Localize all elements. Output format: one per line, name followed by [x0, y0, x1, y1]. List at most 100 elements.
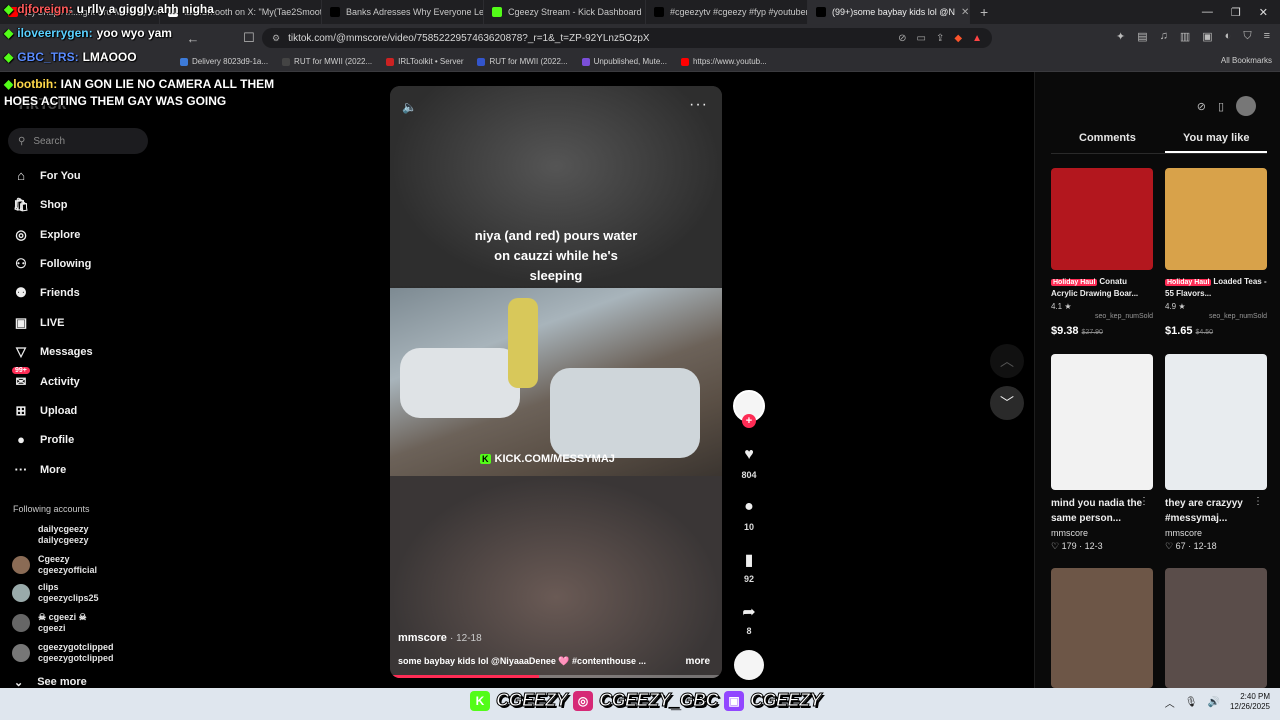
share-button[interactable]: ➦ 8: [732, 602, 766, 636]
sidebar-icon[interactable]: ▥: [1180, 30, 1190, 43]
menu-icon[interactable]: ≡: [1264, 30, 1270, 43]
back-icon[interactable]: ←: [180, 31, 206, 46]
recommended-video[interactable]: ⋮ mind you nadia the same person... mmscor…: [1051, 354, 1153, 552]
browser-tab-label: (99+)some baybay kids lol @N: [832, 7, 955, 17]
follow-plus-icon[interactable]: +: [742, 414, 756, 428]
sidebar-item-shop[interactable]: 🛍 Shop: [12, 197, 68, 213]
recommended-video[interactable]: ⋮ they are crazyyy #messymaj... mmscore ♡ 6…: [1165, 354, 1267, 552]
video-author[interactable]: mmscore: [398, 632, 447, 644]
product-card[interactable]: Holiday Haul Conatu Acrylic Drawing Boar.…: [1051, 168, 1153, 337]
sidebar-item-explore[interactable]: ◎ Explore: [12, 227, 80, 243]
screen-icon[interactable]: ▭: [917, 33, 926, 44]
more-description-button[interactable]: more: [686, 656, 710, 667]
product-old-price: $4.50: [1195, 329, 1214, 336]
extension-icon[interactable]: ✦: [1116, 30, 1125, 43]
following-account[interactable]: dailycgeezy dailycgeezy: [12, 524, 89, 546]
more-options-icon[interactable]: ···: [689, 96, 708, 114]
search-input[interactable]: ⚲ Search: [8, 128, 148, 154]
tab-favicon-icon: [816, 7, 826, 17]
like-button[interactable]: ♥ 804: [732, 446, 766, 480]
close-window-icon[interactable]: ✕: [1259, 6, 1268, 19]
tab-you-may-like[interactable]: You may like: [1183, 132, 1249, 144]
wallet-icon[interactable]: ▣: [1202, 30, 1212, 43]
restore-icon[interactable]: ❐: [1231, 6, 1241, 19]
device-icon[interactable]: ▯: [1218, 100, 1224, 113]
rewards-icon[interactable]: ▲: [972, 33, 982, 44]
recommended-video[interactable]: [1051, 568, 1153, 688]
tray-chevron-icon[interactable]: ︿: [1165, 695, 1175, 710]
mic-icon[interactable]: 🎙: [1185, 697, 1198, 708]
bookmark-item[interactable]: RUT for MWII (2022...: [477, 57, 568, 66]
video-progress-bar[interactable]: [390, 675, 722, 678]
bookmark-item[interactable]: RUT for MWII (2022...: [282, 57, 372, 66]
reader-icon[interactable]: ▤: [1137, 30, 1147, 43]
following-account[interactable]: clips cgeezyclips25: [12, 582, 99, 604]
user-avatar[interactable]: [1236, 96, 1256, 116]
music-icon[interactable]: ♫: [1160, 30, 1168, 43]
volume-icon[interactable]: 🔈: [402, 100, 417, 114]
sidebar-item-label: Activity: [40, 376, 80, 388]
bookmark-item[interactable]: Unpublished, Mute...: [581, 57, 667, 66]
url-field[interactable]: ⚙ tiktok.com/@mmscore/video/758522295746…: [262, 28, 992, 48]
bookmark-item[interactable]: Delivery 8023d9-1a...: [180, 57, 268, 66]
minimize-icon[interactable]: —: [1202, 6, 1213, 19]
bookmark-favicon-icon: [282, 57, 291, 66]
brave-shield-icon[interactable]: ◆: [954, 33, 962, 44]
profile-menu-icon[interactable]: ◐: [1225, 30, 1232, 43]
next-video-button[interactable]: ﹀: [990, 386, 1024, 420]
clock[interactable]: 2:40 PM 12/26/2025: [1230, 692, 1270, 712]
new-tab-button[interactable]: +: [970, 4, 998, 20]
following-account[interactable]: ☠ cgeezi ☠ cgeezi: [12, 612, 87, 634]
tab-favicon-icon: [330, 7, 340, 17]
all-bookmarks-link[interactable]: All Bookmarks: [1221, 56, 1272, 65]
recommended-video[interactable]: [1165, 568, 1267, 688]
browser-tab[interactable]: Banks Adresses Why Everyone Left I: [322, 0, 484, 24]
no-tracking-icon[interactable]: ⊘: [898, 33, 906, 44]
recommended-video-likes: ♡ 179: [1051, 541, 1077, 551]
sidebar-item-upload[interactable]: ⊞ Upload: [12, 403, 78, 419]
video-progress-fill: [390, 675, 540, 678]
sidebar-item-following[interactable]: ⚇ Following: [12, 256, 91, 272]
following-account[interactable]: cgeezygotclipped cgeezygotclipped: [12, 642, 114, 664]
following-account-text: clips cgeezyclips25: [38, 582, 99, 604]
chat-message: ◆lootbih: IAN GON LIE NO CAMERA ALL THEM…: [4, 76, 304, 110]
comment-count: 10: [743, 522, 754, 532]
more-options-icon[interactable]: ⋮: [1253, 496, 1263, 507]
sound-avatar[interactable]: [734, 650, 764, 680]
browser-tab[interactable]: #cgeezytv #cgeezy #fyp #youtuber: [646, 0, 808, 24]
sidebar-item-profile[interactable]: ● Profile: [12, 432, 74, 447]
comment-button[interactable]: ● 10: [732, 498, 766, 532]
close-tab-icon[interactable]: ✕: [961, 7, 969, 18]
bookmark-icon[interactable]: ☐: [236, 30, 262, 46]
bookmark-item[interactable]: https://www.youtub...: [680, 57, 767, 66]
product-price-value: $1.65: [1165, 325, 1193, 337]
chat-text: u rlly a giggly ahh nigha: [76, 2, 214, 16]
url-text: tiktok.com/@mmscore/video/75852229574636…: [288, 32, 650, 44]
chat-badge-icon: ◆: [4, 26, 14, 40]
browser-tab[interactable]: (99+)some baybay kids lol @N ✕: [808, 0, 970, 24]
sidebar-item-label: Following: [40, 258, 92, 270]
shield-icon[interactable]: ⛉: [1243, 30, 1251, 43]
following-account[interactable]: Cgeezy cgeezyofficial: [12, 554, 97, 576]
video-player[interactable]: niya (and red) pours water on cauzzi whi…: [390, 86, 722, 678]
sidebar-item-activity[interactable]: ✉ 99+ Activity: [12, 367, 80, 390]
tab-comments[interactable]: Comments: [1079, 132, 1136, 144]
sidebar-item-more[interactable]: ··· More: [12, 462, 67, 477]
browser-tab[interactable]: Cgeezy Stream - Kick Dashboard: [484, 0, 646, 24]
previous-video-button[interactable]: ︿: [990, 344, 1024, 378]
volume-tray-icon[interactable]: 🔊: [1208, 697, 1220, 708]
heart-icon: ♥: [744, 446, 754, 463]
sidebar-item-for-you[interactable]: ⌂ For You: [12, 168, 80, 183]
following-account-handle: cgeezyofficial: [38, 565, 98, 575]
share-icon[interactable]: ⇪: [936, 33, 944, 44]
compass-icon[interactable]: ⊘: [1197, 100, 1206, 113]
sidebar-item-live[interactable]: ▣ LIVE: [12, 315, 65, 331]
site-info-icon[interactable]: ⚙: [272, 33, 280, 44]
sidebar-item-friends[interactable]: ⚉ Friends: [12, 285, 80, 301]
save-button[interactable]: ▮ 92: [732, 550, 766, 584]
bookmark-item[interactable]: IRLToolkit • Server: [386, 57, 463, 66]
window-controls: — ❐ ✕: [1202, 6, 1280, 19]
more-options-icon[interactable]: ⋮: [1139, 496, 1149, 507]
product-card[interactable]: Holiday Haul Loaded Teas - 55 Flavors... 4…: [1165, 168, 1267, 337]
sidebar-item-messages[interactable]: ▽ Messages: [12, 344, 93, 360]
